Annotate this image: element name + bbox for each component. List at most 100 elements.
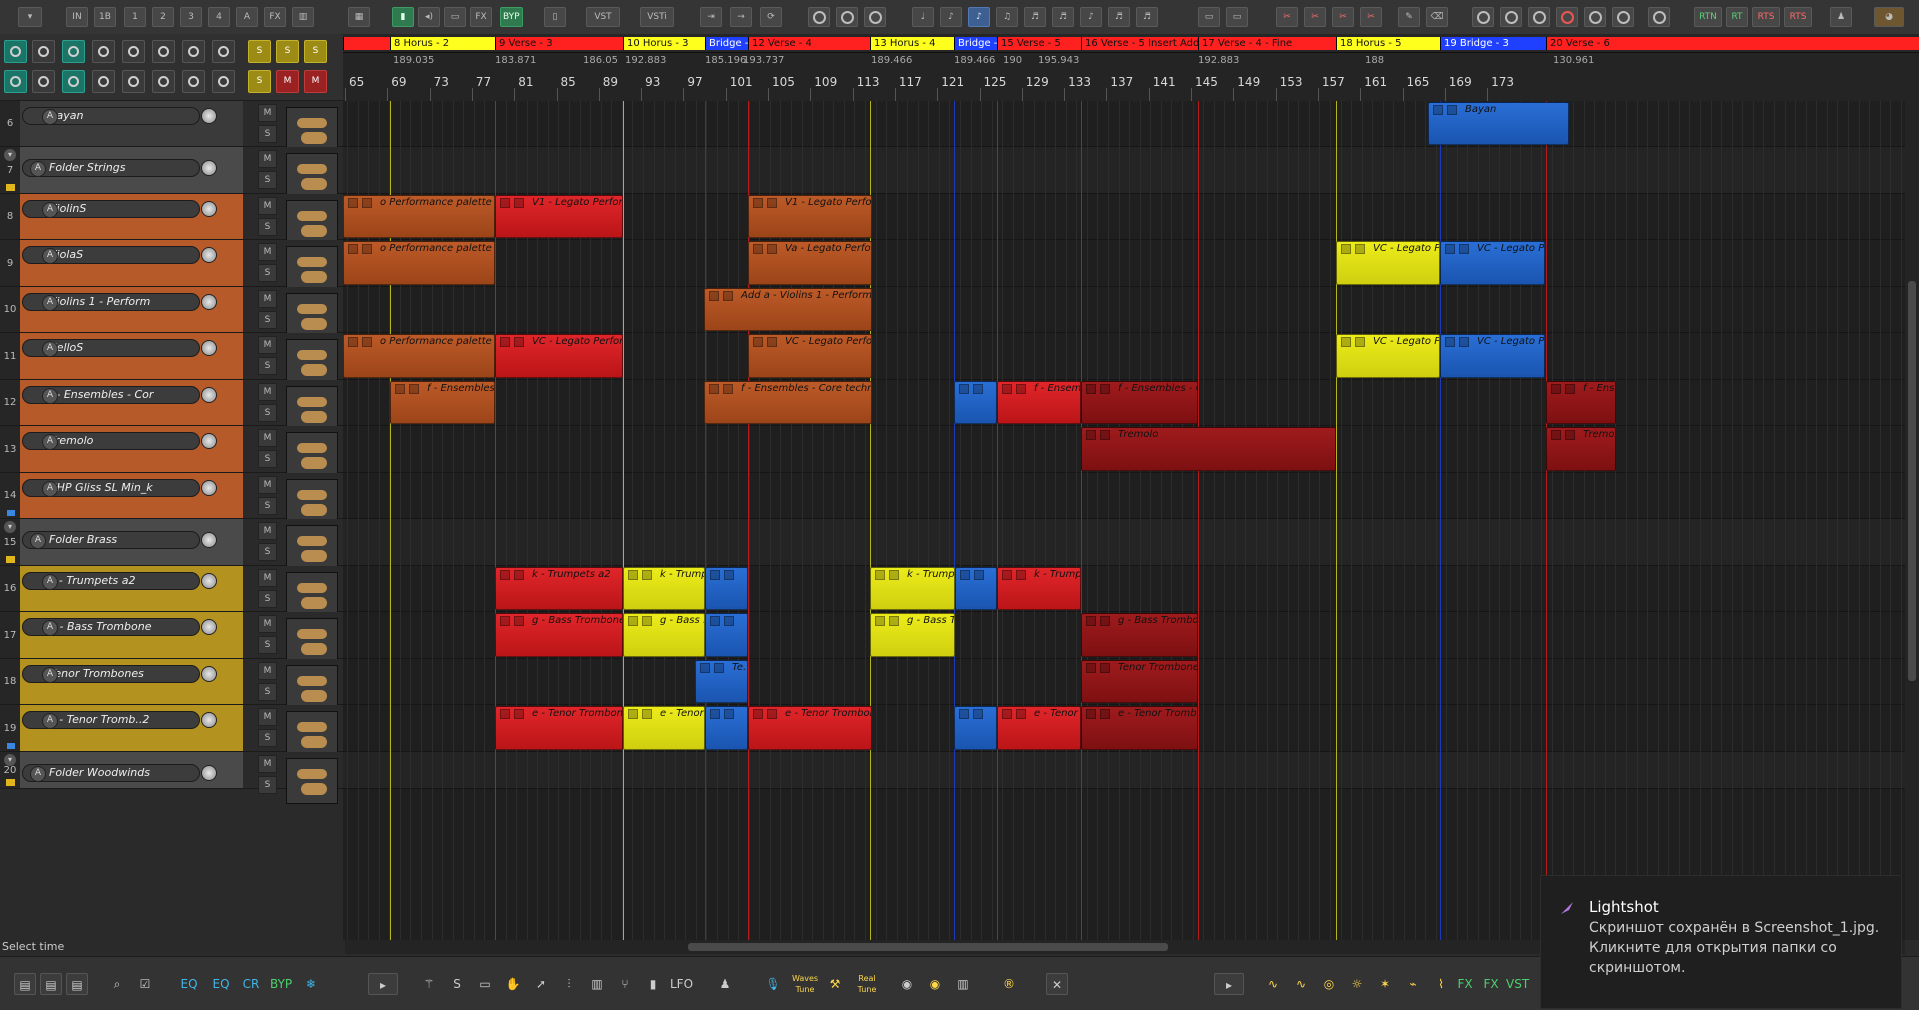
volume-knob[interactable] <box>201 573 217 589</box>
track-name[interactable]: Folder Strings <box>22 159 200 177</box>
folder-new-icon[interactable] <box>212 70 235 93</box>
lfo-button[interactable]: LFO <box>670 973 693 995</box>
home-icon[interactable] <box>122 70 145 93</box>
mute-button[interactable]: M <box>258 708 277 726</box>
region-marker[interactable]: 10 Horus - 3 <box>623 37 705 50</box>
vertical-scrollbar[interactable] <box>1905 101 1919 940</box>
midi-item[interactable]: g - Bass ... <box>623 613 705 657</box>
midi-item[interactable]: o Performance palette untitled MID... <box>343 195 495 238</box>
volume-knob[interactable] <box>201 712 217 728</box>
track-name[interactable]: Folder Woodwinds <box>22 764 200 782</box>
midi-item[interactable]: f - Ensem... <box>997 381 1081 424</box>
keyboard-icon[interactable]: ▥ <box>586 973 608 995</box>
star-icon[interactable]: ✶ <box>1374 973 1396 995</box>
midi-item[interactable]: o Performance palette untitled MID... <box>343 334 495 378</box>
midi-item[interactable]: g - Bass Trombones <box>1081 613 1198 657</box>
s-curve-icon[interactable]: S <box>446 973 468 995</box>
search-icon[interactable]: ⌕ <box>106 973 128 995</box>
zoom-out-icon[interactable] <box>808 7 830 27</box>
midi-item[interactable] <box>705 706 748 750</box>
cr-button[interactable]: CR <box>240 973 262 995</box>
midi-item[interactable]: V1 - Legato Perform... <box>748 195 872 238</box>
mute-button[interactable]: M <box>258 197 277 215</box>
track-header[interactable]: 9 ViolaS A M S <box>0 240 343 292</box>
vst-button-bottom[interactable]: VST <box>1506 973 1529 995</box>
volume-knob[interactable] <box>201 247 217 263</box>
pitch-icon[interactable]: ⚚ <box>418 973 440 995</box>
track-header[interactable]: 8 ViolinS A M S <box>0 194 343 246</box>
track-name[interactable]: Folder Brass <box>22 531 200 549</box>
solo-button[interactable]: S <box>258 543 277 561</box>
automation-button[interactable]: A <box>30 766 46 782</box>
env-icon[interactable]: ⌁ <box>1402 973 1424 995</box>
note-whole-icon[interactable]: ♩ <box>912 7 934 27</box>
region-list-icon[interactable]: ▤ <box>66 973 88 995</box>
toolbar-in-button[interactable]: IN <box>66 7 88 27</box>
region-marker[interactable]: 15 Verse - 5 <box>997 37 1081 50</box>
close-box-icon[interactable]: ✕ <box>1046 973 1068 995</box>
volume-knob[interactable] <box>201 765 217 781</box>
r-badge-icon[interactable]: ® <box>998 973 1020 995</box>
track-lane[interactable] <box>343 473 1905 519</box>
folder-collapse-icon[interactable]: ▾ <box>4 521 16 533</box>
solo-button[interactable]: S <box>258 125 277 143</box>
volume-knob[interactable] <box>201 294 217 310</box>
automation-button[interactable]: A <box>42 574 58 590</box>
media-bay-icon[interactable]: ▤ <box>40 973 62 995</box>
mute-button[interactable]: M <box>258 615 277 633</box>
region-marker[interactable]: 8 Horus - 2 <box>390 37 495 50</box>
automation-button[interactable]: A <box>42 341 58 357</box>
microphone-icon[interactable]: 🎙 <box>762 973 784 995</box>
midi-item[interactable] <box>954 706 997 750</box>
arrow-right-icon[interactable]: → <box>730 7 752 27</box>
volume-knob[interactable] <box>201 387 217 403</box>
real-tune-button[interactable]: Real Tune <box>852 973 882 995</box>
volume-knob[interactable] <box>201 433 217 449</box>
speaker-icon[interactable]: ◂) <box>418 7 440 27</box>
marker-icon[interactable]: ▭ <box>1198 7 1220 27</box>
solo-button-4[interactable]: S <box>248 70 271 93</box>
cursor-icon[interactable]: ➚ <box>530 973 552 995</box>
midi-item[interactable]: e - Tenor Trombones <box>748 706 872 750</box>
lips-icon[interactable]: ◎ <box>1318 973 1340 995</box>
track-header[interactable]: 16 k - Trumpets a2 A M S <box>0 566 343 618</box>
lightshot-notification[interactable]: Lightshot Скриншот сохранён в Screenshot… <box>1540 875 1902 1009</box>
rtn-button[interactable]: RTN <box>1694 7 1722 27</box>
automation-button[interactable]: A <box>42 713 58 729</box>
info-icon[interactable] <box>92 40 115 63</box>
chart-icon[interactable]: ⌇ <box>1430 973 1452 995</box>
solo-button[interactable]: S <box>258 311 277 329</box>
person-icon[interactable]: ♟ <box>1830 7 1852 27</box>
region-marker[interactable]: 16 Verse - 5 Insert Add <box>1081 37 1198 50</box>
midi-item[interactable]: Tenor Trombones <box>1081 660 1198 703</box>
midi-item[interactable] <box>705 567 748 610</box>
metronome-icon[interactable] <box>62 40 85 63</box>
mute-button[interactable]: M <box>258 662 277 680</box>
note-eighth-icon[interactable]: ♫ <box>996 7 1018 27</box>
track-lane[interactable] <box>343 287 1905 333</box>
midi-item[interactable]: k - Trumpe... <box>870 567 955 610</box>
comment-icon[interactable] <box>92 70 115 93</box>
mute-button[interactable]: M <box>258 569 277 587</box>
note-32nd-icon[interactable]: ♬ <box>1108 7 1130 27</box>
timeline-header[interactable]: 8 Horus - 29 Verse - 3 10 Horus - 3 Bridge… <box>343 34 1919 101</box>
track-header[interactable]: 18 Tenor Trombones A M S <box>0 659 343 711</box>
automation-button[interactable]: A <box>42 434 58 450</box>
phone-icon[interactable]: ▯ <box>544 7 566 27</box>
tape-icon[interactable]: ▭ <box>474 973 496 995</box>
midi-item[interactable]: f - Ensembles - Co... <box>1081 381 1198 424</box>
midi-item[interactable]: VC - Legato Per... <box>1336 241 1440 285</box>
region-marker[interactable]: 12 Verse - 4 <box>748 37 870 50</box>
midi-item[interactable] <box>955 567 997 610</box>
automation-button[interactable]: A <box>42 248 58 264</box>
mute-button[interactable]: M <box>258 104 277 122</box>
solo-button-1[interactable]: S <box>248 40 271 63</box>
mute-button[interactable]: M <box>258 476 277 494</box>
mute-button[interactable]: M <box>258 429 277 447</box>
group-icon[interactable] <box>62 70 85 93</box>
midi-item[interactable]: V1 - Legato Perform... <box>495 195 623 238</box>
list-icon[interactable] <box>182 40 205 63</box>
midi-item[interactable]: VC - Legato Per... <box>1336 334 1440 378</box>
play-arrow-icon[interactable]: ▸ <box>368 973 398 995</box>
toolbar-3-button[interactable]: 3 <box>180 7 202 27</box>
